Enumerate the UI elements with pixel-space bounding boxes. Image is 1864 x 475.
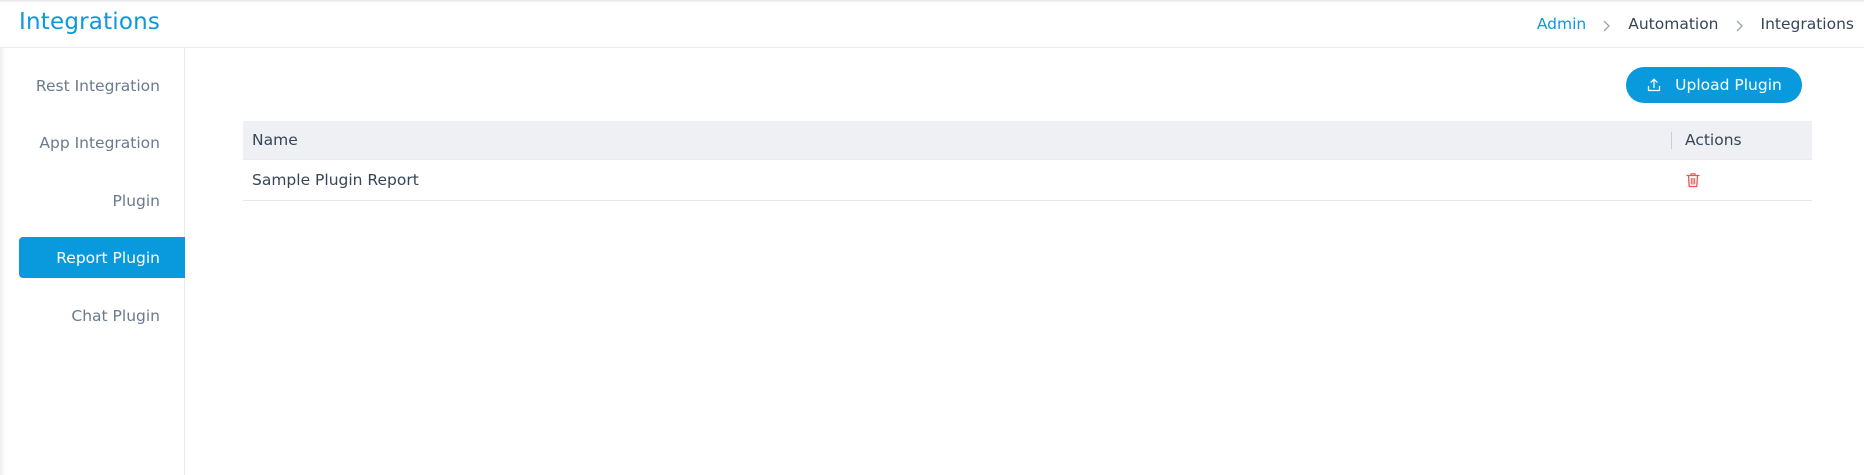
breadcrumb-admin[interactable]: Admin	[1537, 15, 1586, 33]
table-header: Name Actions	[243, 121, 1812, 160]
page-title: Integrations	[19, 9, 161, 35]
row-actions	[1671, 172, 1812, 188]
chevron-right-icon	[1736, 20, 1743, 31]
column-header-actions: Actions	[1671, 131, 1812, 149]
sidebar-item-plugin[interactable]: Plugin	[19, 180, 185, 221]
column-header-name[interactable]: Name	[243, 131, 1671, 149]
page-header: Integrations Admin Automation Integratio…	[0, 0, 1864, 48]
table-row: Sample Plugin Report	[243, 160, 1812, 201]
breadcrumb: Admin Automation Integrations	[1537, 15, 1854, 33]
sidebar-item-app-integration[interactable]: App Integration	[19, 122, 185, 163]
sidebar-item-report-plugin[interactable]: Report Plugin	[19, 237, 185, 278]
upload-plugin-label: Upload Plugin	[1675, 76, 1782, 94]
chevron-right-icon	[1603, 20, 1611, 31]
trash-icon[interactable]	[1686, 172, 1700, 188]
sidebar: Rest Integration App Integration Plugin …	[0, 48, 185, 475]
upload-plugin-button[interactable]: Upload Plugin	[1626, 67, 1802, 103]
sidebar-item-chat-plugin[interactable]: Chat Plugin	[19, 295, 185, 336]
sidebar-item-rest-integration[interactable]: Rest Integration	[19, 65, 185, 106]
plugins-table: Name Actions Sample Plugin Report	[243, 121, 1812, 201]
row-name: Sample Plugin Report	[252, 171, 419, 189]
breadcrumb-integrations: Integrations	[1760, 15, 1854, 33]
breadcrumb-automation[interactable]: Automation	[1628, 15, 1718, 33]
upload-icon	[1648, 78, 1661, 92]
